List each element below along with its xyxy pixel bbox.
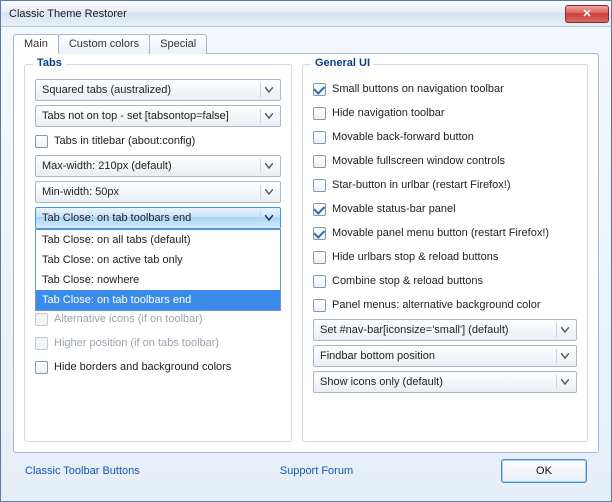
checkbox-alt-icons [35,313,48,326]
select-show-icons[interactable]: Show icons only (default) [313,371,577,393]
tab-main[interactable]: Main [13,34,59,54]
option-tab-close-nowhere[interactable]: Tab Close: nowhere [36,270,280,290]
row-movable-backfwd: Movable back-forward button [313,127,577,147]
checkbox-hide-borders[interactable] [35,361,48,374]
chevron-down-icon [260,185,276,199]
select-tabs-position-value: Tabs not on top - set [tabsontop=false] [42,110,229,122]
label-movable-fullscreen: Movable fullscreen window controls [332,155,505,167]
group-tabs: Tabs Squared tabs (australized) Tabs not… [24,64,292,442]
label-movable-statusbar: Movable status-bar panel [332,203,456,215]
label-movable-backfwd: Movable back-forward button [332,131,474,143]
select-tab-style[interactable]: Squared tabs (australized) [35,79,281,101]
checkbox-panel-altbg[interactable] [313,299,326,312]
dialog-window: Classic Theme Restorer ✕ Main Custom col… [0,0,612,502]
ok-button-label: OK [536,465,552,477]
label-star-urlbar: Star-button in urlbar (restart Firefox!) [332,179,511,191]
checkbox-tabs-titlebar[interactable] [35,135,48,148]
row-tabs-titlebar: Tabs in titlebar (about:config) [35,131,281,151]
select-min-width[interactable]: Min-width: 50px [35,181,281,203]
checkbox-star-urlbar[interactable] [313,179,326,192]
row-movable-statusbar: Movable status-bar panel [313,199,577,219]
row-panel-altbg: Panel menus: alternative background colo… [313,295,577,315]
select-tabs-position[interactable]: Tabs not on top - set [tabsontop=false] [35,105,281,127]
option-tab-close-active[interactable]: Tab Close: on active tab only [36,250,280,270]
row-small-buttons: Small buttons on navigation toolbar [313,79,577,99]
chevron-down-icon [556,349,572,363]
checkbox-higher-pos [35,337,48,350]
tab-custom-colors[interactable]: Custom colors [58,34,150,54]
chevron-down-icon [556,323,572,337]
checkbox-movable-panelmenu[interactable] [313,227,326,240]
chevron-down-icon [556,375,572,389]
row-hide-borders: Hide borders and background colors [35,357,281,377]
select-show-icons-value: Show icons only (default) [320,376,443,388]
row-hide-stopreload: Hide urlbars stop & reload buttons [313,247,577,267]
label-higher-pos: Higher position (if on tabs toolbar) [54,337,219,349]
label-panel-altbg: Panel menus: alternative background colo… [332,299,541,311]
label-combine-stopreload: Combine stop & reload buttons [332,275,483,287]
checkbox-small-buttons[interactable] [313,83,326,96]
row-star-urlbar: Star-button in urlbar (restart Firefox!) [313,175,577,195]
select-max-width[interactable]: Max-width: 210px (default) [35,155,281,177]
checkbox-hide-stopreload[interactable] [313,251,326,264]
select-max-width-value: Max-width: 210px (default) [42,160,172,172]
label-small-buttons: Small buttons on navigation toolbar [332,83,504,95]
option-tab-close-all[interactable]: Tab Close: on all tabs (default) [36,230,280,250]
tab-panel: Tabs Squared tabs (australized) Tabs not… [13,53,599,453]
tab-special[interactable]: Special [149,34,207,54]
select-tab-close-value: Tab Close: on tab toolbars end [42,212,191,224]
chevron-down-icon [260,211,276,225]
label-movable-panelmenu: Movable panel menu button (restart Firef… [332,227,549,239]
label-hide-borders: Hide borders and background colors [54,361,231,373]
select-min-width-value: Min-width: 50px [42,186,119,198]
group-tabs-legend: Tabs [33,57,66,69]
checkbox-movable-backfwd[interactable] [313,131,326,144]
chevron-down-icon [260,109,276,123]
label-hide-nav: Hide navigation toolbar [332,107,445,119]
row-hide-nav: Hide navigation toolbar [313,103,577,123]
link-classic-toolbar-buttons[interactable]: Classic Toolbar Buttons [25,465,140,477]
label-hide-stopreload: Hide urlbars stop & reload buttons [332,251,498,263]
chevron-down-icon [260,83,276,97]
titlebar: Classic Theme Restorer ✕ [1,1,611,27]
dropdown-tab-close: Tab Close: on all tabs (default) Tab Clo… [35,229,281,311]
checkbox-hide-nav[interactable] [313,107,326,120]
checkbox-movable-fullscreen[interactable] [313,155,326,168]
select-navbar-iconsize[interactable]: Set #nav-bar[iconsize='small'] (default) [313,319,577,341]
link-support-forum[interactable]: Support Forum [280,465,353,477]
label-tabs-titlebar: Tabs in titlebar (about:config) [54,135,195,147]
checkbox-movable-statusbar[interactable] [313,203,326,216]
footer: Classic Toolbar Buttons Support Forum OK [13,453,599,493]
checkbox-combine-stopreload[interactable] [313,275,326,288]
close-icon: ✕ [582,7,591,20]
select-navbar-iconsize-value: Set #nav-bar[iconsize='small'] (default) [320,324,509,336]
select-tab-style-value: Squared tabs (australized) [42,84,171,96]
row-higher-pos: Higher position (if on tabs toolbar) [35,333,281,353]
select-findbar-pos-value: Findbar bottom position [320,350,435,362]
ok-button[interactable]: OK [501,459,587,483]
label-alt-icons: Alternative icons (if on toolbar) [54,313,203,325]
group-general-ui: General UI Small buttons on navigation t… [302,64,588,442]
option-tab-close-toolbars-end[interactable]: Tab Close: on tab toolbars end [36,290,280,310]
select-tab-close[interactable]: Tab Close: on tab toolbars end Tab Close… [35,207,281,229]
close-button[interactable]: ✕ [565,5,609,23]
row-combine-stopreload: Combine stop & reload buttons [313,271,577,291]
client-area: Main Custom colors Special Tabs Squared … [1,27,611,501]
row-alt-icons: Alternative icons (if on toolbar) [35,309,281,329]
tabstrip: Main Custom colors Special [13,34,599,54]
select-findbar-pos[interactable]: Findbar bottom position [313,345,577,367]
chevron-down-icon [260,159,276,173]
row-movable-panelmenu: Movable panel menu button (restart Firef… [313,223,577,243]
row-movable-fullscreen: Movable fullscreen window controls [313,151,577,171]
group-general-legend: General UI [311,57,374,69]
window-title: Classic Theme Restorer [9,8,565,20]
